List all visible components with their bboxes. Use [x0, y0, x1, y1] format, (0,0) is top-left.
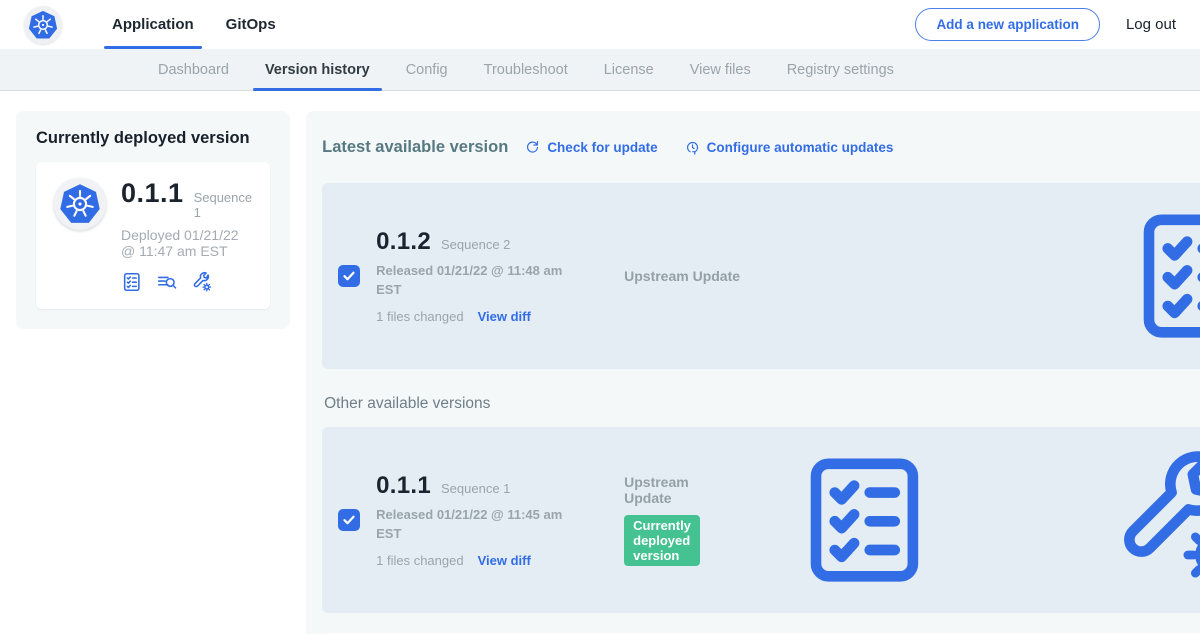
subtab-view-files[interactable]: View files — [672, 49, 769, 90]
other-available-versions-heading: Other available versions — [324, 395, 1200, 413]
version-checkbox[interactable] — [338, 265, 360, 287]
version-number: 0.1.1 — [376, 472, 431, 499]
app-kubernetes-icon — [54, 178, 106, 230]
check-for-update-link[interactable]: Check for update — [524, 139, 657, 156]
top-navbar: Application GitOps Add a new application… — [0, 0, 1200, 49]
preflight-checks-icon[interactable] — [121, 271, 143, 293]
subtab-registry-settings-label: Registry settings — [787, 62, 894, 78]
subtab-dashboard-label: Dashboard — [158, 62, 229, 78]
released-timestamp: Released 01/21/22 @ 11:48 am EST — [376, 262, 571, 298]
checkmark-icon — [342, 513, 356, 527]
version-number: 0.1.2 — [376, 228, 431, 255]
available-versions-panel: Latest available version Check for updat… — [306, 111, 1200, 634]
subtab-dashboard[interactable]: Dashboard — [140, 49, 247, 90]
version-row-0-1-2: 0.1.2 Sequence 2 Released 01/21/22 @ 11:4… — [322, 183, 1200, 369]
files-changed-label: 1 files changed — [376, 309, 463, 324]
configure-automatic-updates-label: Configure automatic updates — [707, 140, 894, 155]
deployed-version-details: 0.1.1 Sequence 1 Deployed 01/21/22 @ 11:… — [121, 178, 252, 293]
subtab-troubleshoot-label: Troubleshoot — [484, 62, 568, 78]
latest-available-title: Latest available version — [322, 138, 508, 157]
tab-gitops[interactable]: GitOps — [210, 0, 292, 49]
available-versions-header: Latest available version Check for updat… — [322, 129, 1200, 165]
subtab-license-label: License — [604, 62, 654, 78]
subtab-version-history-label: Version history — [265, 62, 370, 78]
currently-deployed-badge: Currently deployed version — [624, 515, 700, 566]
version-row-0-1-1: 0.1.1 Sequence 1 Released 01/21/22 @ 11:4… — [322, 427, 1200, 613]
files-changed-label: 1 files changed — [376, 553, 463, 568]
edit-config-icon[interactable] — [1031, 445, 1200, 595]
app-sub-navbar: Dashboard Version history Config Trouble… — [0, 49, 1200, 91]
deployed-timestamp: Deployed 01/21/22 @ 11:47 am EST — [121, 227, 252, 259]
checkmark-icon — [342, 269, 356, 283]
row-gap — [322, 613, 1200, 633]
subtab-registry-settings[interactable]: Registry settings — [769, 49, 912, 90]
kubernetes-logo-icon — [24, 6, 62, 44]
subtab-config-label: Config — [406, 62, 448, 78]
view-diff-link[interactable]: View diff — [478, 309, 531, 324]
view-files-icon[interactable] — [156, 271, 178, 293]
add-new-application-button[interactable]: Add a new application — [915, 8, 1100, 41]
source-label: Upstream Update — [624, 474, 700, 506]
logout-link[interactable]: Log out — [1126, 16, 1176, 33]
clock-refresh-icon — [684, 139, 701, 156]
subtab-view-files-label: View files — [690, 62, 751, 78]
preflight-checks-icon[interactable] — [716, 445, 1016, 595]
released-timestamp: Released 01/21/22 @ 11:45 am EST — [376, 506, 571, 542]
view-diff-link[interactable]: View diff — [478, 553, 531, 568]
refresh-icon — [524, 139, 541, 156]
edit-config-icon[interactable] — [191, 271, 213, 293]
version-info: 0.1.2 Sequence 2 Released 01/21/22 @ 11:4… — [376, 228, 608, 323]
deployed-version-card: 0.1.1 Sequence 1 Deployed 01/21/22 @ 11:… — [36, 162, 270, 309]
check-for-update-label: Check for update — [547, 140, 657, 155]
deployed-version-actions — [121, 271, 252, 293]
currently-deployed-title: Currently deployed version — [36, 129, 270, 148]
version-source: Upstream Update Currently deployed versi… — [624, 474, 700, 566]
main-content: Currently deployed version 0.1.1 Sequenc… — [0, 91, 1200, 634]
preflight-checks-icon[interactable] — [1049, 201, 1200, 351]
version-info: 0.1.1 Sequence 1 Released 01/21/22 @ 11:4… — [376, 472, 608, 567]
tab-gitops-label: GitOps — [226, 16, 276, 33]
sequence-label: Sequence 1 — [441, 481, 510, 496]
source-label: Upstream Update — [624, 268, 1033, 284]
configure-automatic-updates-link[interactable]: Configure automatic updates — [684, 139, 894, 156]
tab-application-label: Application — [112, 16, 194, 33]
tab-application[interactable]: Application — [96, 0, 210, 49]
subtab-troubleshoot[interactable]: Troubleshoot — [466, 49, 586, 90]
version-actions: Deploy — [1049, 201, 1200, 351]
subtab-version-history[interactable]: Version history — [247, 49, 388, 90]
topnav-spacer — [292, 0, 916, 49]
version-actions: Redeploy — [716, 445, 1200, 595]
deployed-sequence-label: Sequence 1 — [194, 190, 253, 220]
sequence-label: Sequence 2 — [441, 237, 510, 252]
subtab-config[interactable]: Config — [388, 49, 466, 90]
currently-deployed-panel: Currently deployed version 0.1.1 Sequenc… — [16, 111, 290, 329]
deployed-version-number: 0.1.1 — [121, 178, 184, 209]
subtab-license[interactable]: License — [586, 49, 672, 90]
version-checkbox[interactable] — [338, 509, 360, 531]
version-source: Upstream Update — [624, 268, 1033, 284]
